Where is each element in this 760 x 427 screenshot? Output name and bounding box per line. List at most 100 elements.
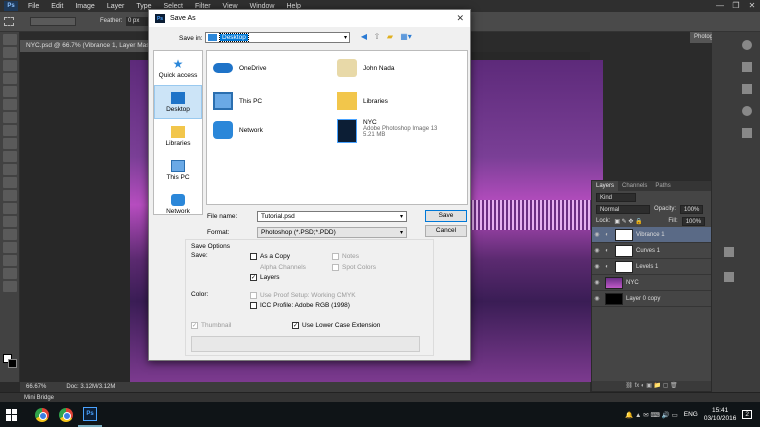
close-icon[interactable]: ✕: [744, 0, 760, 12]
zoom-tool-icon[interactable]: [3, 281, 17, 292]
place-libraries[interactable]: Libraries: [154, 119, 202, 153]
gradient-tool-icon[interactable]: [3, 177, 17, 188]
chevron-down-icon[interactable]: ▾: [400, 212, 403, 222]
layer-row-vibrance[interactable]: ◉ ◐ Vibrance 1: [592, 227, 711, 243]
layers-panel-icon[interactable]: [724, 247, 734, 257]
place-this-pc[interactable]: This PC: [154, 153, 202, 187]
language-indicator[interactable]: ENG: [684, 411, 698, 418]
file-item-onedrive[interactable]: OneDrive: [213, 63, 266, 73]
layer-name[interactable]: Vibrance 1: [636, 232, 665, 238]
menu-image[interactable]: Image: [69, 3, 100, 10]
visibility-eye-icon[interactable]: ◉: [592, 295, 602, 302]
kind-filter-select[interactable]: Kind: [596, 192, 636, 202]
menu-layer[interactable]: Layer: [101, 3, 131, 10]
format-select[interactable]: Photoshop (*.PSD;*.PDD) ▾: [257, 227, 407, 238]
lower-case-extension-checkbox[interactable]: ✓ Use Lower Case Extension: [292, 322, 380, 329]
lock-icons[interactable]: ▣ ✎ ✥ 🔒: [614, 218, 664, 225]
layer-name[interactable]: NYC: [626, 280, 639, 286]
layer-thumbnail[interactable]: [605, 276, 623, 289]
background-color-swatch[interactable]: [8, 359, 17, 368]
swatches-panel-icon[interactable]: [742, 62, 752, 72]
taskbar-chrome-2[interactable]: [54, 402, 78, 427]
new-folder-icon[interactable]: ▰: [385, 32, 395, 42]
icc-profile-checkbox[interactable]: ICC Profile: Adobe RGB (1998): [250, 302, 350, 309]
taskbar-photoshop[interactable]: Ps: [78, 402, 102, 427]
file-item-john-nada[interactable]: John Nada: [337, 59, 394, 77]
place-desktop[interactable]: Desktop: [154, 85, 202, 119]
use-proof-setup-checkbox[interactable]: Use Proof Setup: Working CMYK: [250, 292, 356, 299]
layer-mask-thumbnail[interactable]: [615, 260, 633, 273]
maximize-icon[interactable]: ❐: [728, 0, 744, 12]
color-panel-icon[interactable]: [742, 40, 752, 50]
dodge-tool-icon[interactable]: [3, 203, 17, 214]
feather-input[interactable]: 0 px: [126, 17, 148, 26]
save-button[interactable]: Save: [425, 210, 467, 222]
opacity-input[interactable]: 100%: [680, 204, 704, 214]
cancel-button[interactable]: Cancel: [425, 225, 467, 237]
layer-name[interactable]: Layer 0 copy: [626, 296, 660, 302]
up-folder-icon[interactable]: ⇧: [372, 32, 382, 42]
file-item-nyc[interactable]: NYC Adobe Photoshop Image 13 5.21 MB: [337, 119, 437, 143]
menu-edit[interactable]: Edit: [45, 3, 69, 10]
eyedropper-tool-icon[interactable]: [3, 99, 17, 110]
blur-tool-icon[interactable]: [3, 190, 17, 201]
minimize-icon[interactable]: —: [712, 0, 728, 12]
as-a-copy-checkbox[interactable]: As a Copy: [250, 253, 290, 260]
notes-checkbox[interactable]: Notes: [332, 253, 359, 260]
view-menu-icon[interactable]: ▦▾: [399, 32, 413, 42]
file-name-input[interactable]: Tutorial.psd ▾: [257, 211, 407, 222]
tab-paths[interactable]: Paths: [651, 181, 674, 191]
healing-tool-icon[interactable]: [3, 112, 17, 123]
place-network[interactable]: Network: [154, 187, 202, 221]
history-brush-tool-icon[interactable]: [3, 151, 17, 162]
save-in-select[interactable]: Desktop ▾: [205, 32, 350, 43]
history-panel-icon[interactable]: [742, 128, 752, 138]
quick-select-tool-icon[interactable]: [3, 73, 17, 84]
brush-tool-icon[interactable]: [3, 125, 17, 136]
mini-bridge-tab[interactable]: Mini Bridge: [0, 392, 760, 402]
lasso-tool-icon[interactable]: [3, 60, 17, 71]
layer-name[interactable]: Levels 1: [636, 264, 658, 270]
visibility-eye-icon[interactable]: ◉: [592, 231, 602, 238]
layers-panel-footer-icons[interactable]: ⛓ fx ◐ ▣ 📁 ▢ 🗑: [592, 381, 711, 391]
shape-tool-icon[interactable]: [3, 255, 17, 266]
tab-channels[interactable]: Channels: [618, 181, 651, 191]
properties-panel-icon[interactable]: [724, 272, 734, 282]
layer-mask-thumbnail[interactable]: [615, 228, 633, 241]
file-item-network[interactable]: Network: [213, 121, 263, 139]
layer-mask-thumbnail[interactable]: [615, 244, 633, 257]
spot-colors-checkbox[interactable]: Spot Colors: [332, 264, 376, 271]
thumbnail-checkbox[interactable]: ✓ Thumbnail: [191, 322, 231, 329]
visibility-eye-icon[interactable]: ◉: [592, 247, 602, 254]
back-icon[interactable]: ◀: [359, 32, 369, 42]
fill-input[interactable]: 100%: [681, 216, 706, 226]
start-button[interactable]: [0, 402, 24, 427]
layer-row-nyc[interactable]: ◉ NYC: [592, 275, 711, 291]
visibility-eye-icon[interactable]: ◉: [592, 263, 602, 270]
adjustments-panel-icon[interactable]: [742, 84, 752, 94]
marquee-tool-icon[interactable]: [4, 17, 14, 26]
hand-tool-icon[interactable]: [3, 268, 17, 279]
notification-badge[interactable]: 2: [742, 410, 752, 419]
type-tool-icon[interactable]: [3, 229, 17, 240]
move-tool-icon[interactable]: [3, 34, 17, 45]
clock[interactable]: 15:41 03/10/2016: [704, 407, 737, 423]
file-item-this-pc[interactable]: This PC: [213, 92, 262, 110]
path-select-tool-icon[interactable]: [3, 242, 17, 253]
visibility-eye-icon[interactable]: ◉: [592, 279, 602, 286]
place-quick-access[interactable]: ★ Quick access: [154, 51, 202, 85]
tab-layers[interactable]: Layers: [592, 181, 619, 191]
alpha-channels-checkbox[interactable]: Alpha Channels: [250, 264, 306, 271]
marquee-tool-icon[interactable]: [3, 47, 17, 58]
file-item-libraries[interactable]: Libraries: [337, 92, 388, 110]
layers-checkbox[interactable]: ✓ Layers: [250, 274, 280, 281]
layer-row-layer0copy[interactable]: ◉ Layer 0 copy: [592, 291, 711, 307]
stamp-tool-icon[interactable]: [3, 138, 17, 149]
selection-mode-buttons[interactable]: [30, 17, 76, 26]
layer-name[interactable]: Curves 1: [636, 248, 660, 254]
layer-row-curves[interactable]: ◉ ◐ Curves 1: [592, 243, 711, 259]
close-icon[interactable]: ✕: [456, 13, 464, 24]
taskbar-chrome-1[interactable]: [30, 402, 54, 427]
menu-file[interactable]: File: [22, 3, 45, 10]
eraser-tool-icon[interactable]: [3, 164, 17, 175]
